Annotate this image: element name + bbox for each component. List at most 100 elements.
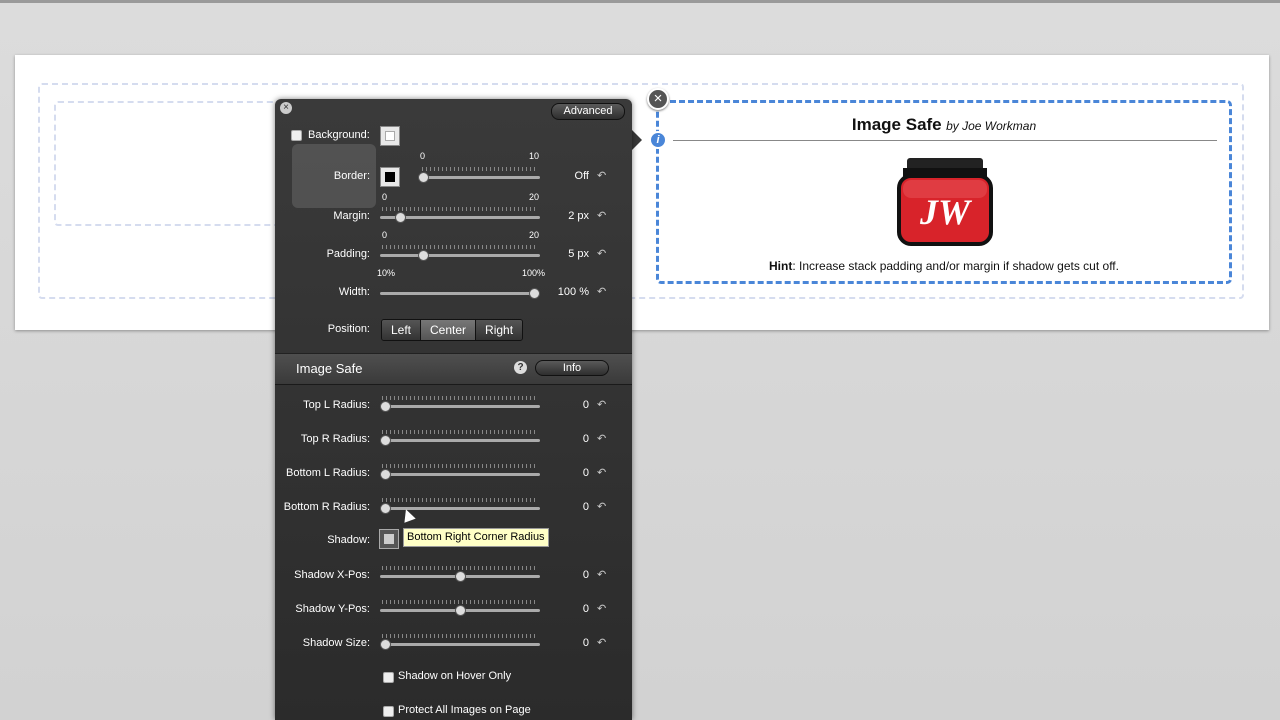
top-r-radius-label: Top R Radius: [300, 433, 370, 445]
reset-icon[interactable]: ↶ [597, 466, 606, 479]
shadow-size-value: 0 [582, 637, 589, 649]
background-row: Background: [275, 126, 632, 146]
shadow-label: Shadow: [327, 534, 370, 546]
stack-title: Image Safe by Joe Workman [659, 115, 1229, 135]
title-divider [673, 140, 1217, 141]
width-scale-max: 100% [522, 268, 546, 278]
margin-label: Margin: [333, 210, 370, 222]
padding-slider-track[interactable] [380, 254, 540, 257]
top-l-radius-ticks [382, 396, 538, 400]
image-safe-stack[interactable]: Image Safe by Joe Workman JW Hint: Incre… [656, 100, 1232, 284]
close-icon[interactable]: × [647, 88, 669, 110]
jw-logo-image: JW [897, 158, 993, 246]
margin-slider-thumb[interactable] [395, 212, 406, 223]
width-label: Width: [338, 286, 370, 298]
margin-scale-max: 20 [529, 192, 540, 202]
image-safe-section-header: Image Safe ? Info [275, 353, 632, 385]
top-l-radius-thumb[interactable] [380, 401, 391, 412]
border-color-well[interactable] [380, 167, 400, 187]
advanced-button[interactable]: Advanced [551, 103, 625, 120]
shadow-y-pos-value: 0 [582, 603, 589, 615]
reset-icon[interactable]: ↶ [597, 636, 606, 649]
shadow-size-thumb[interactable] [380, 639, 391, 650]
padding-value: 5 px [568, 248, 589, 260]
reset-icon[interactable]: ↶ [597, 432, 606, 445]
position-center-button[interactable]: Center [421, 320, 477, 340]
reset-icon[interactable]: ↶ [597, 500, 606, 513]
shadow-x-pos-ticks [382, 566, 538, 570]
border-slider-track[interactable] [422, 176, 540, 179]
shadow-y-pos-row: Shadow Y-Pos: 0 ↶ [275, 600, 632, 620]
section-title: Image Safe [296, 361, 363, 376]
shadow-y-pos-ticks [382, 600, 538, 604]
padding-label: Padding: [326, 248, 370, 260]
margin-slider-ticks [382, 207, 538, 211]
settings-panel: × Advanced Background: 0 10 Border: Off … [275, 99, 632, 720]
width-slider-thumb[interactable] [529, 288, 540, 299]
shadow-y-pos-label: Shadow Y-Pos: [295, 603, 370, 615]
stack-title-main: Image Safe [851, 115, 942, 134]
border-value: Off [574, 170, 589, 182]
reset-icon[interactable]: ↶ [597, 209, 606, 222]
bottom-l-radius-value: 0 [582, 467, 589, 479]
position-segmented-control: Left Center Right [381, 319, 524, 341]
shadow-y-pos-thumb[interactable] [455, 605, 466, 616]
help-icon[interactable]: ? [514, 361, 527, 374]
shadow-size-ticks [382, 634, 538, 638]
position-right-button[interactable]: Right [476, 320, 523, 340]
reset-icon[interactable]: ↶ [597, 285, 606, 298]
top-r-radius-value: 0 [582, 433, 589, 445]
top-r-radius-track[interactable] [380, 439, 540, 442]
padding-row: Padding: 5 px ↶ [275, 245, 632, 265]
bottom-l-radius-label: Bottom L Radius: [286, 467, 370, 479]
border-slider-ticks [422, 167, 538, 171]
shadow-size-row: Shadow Size: 0 ↶ [275, 634, 632, 654]
info-icon[interactable]: i [649, 131, 667, 149]
tooltip: Bottom Right Corner Radius [403, 528, 549, 547]
bottom-r-radius-ticks [382, 498, 538, 502]
width-value: 100 % [557, 286, 589, 298]
bottom-r-radius-row: Bottom R Radius: 0 ↶ [275, 498, 632, 518]
reset-icon[interactable]: ↶ [597, 398, 606, 411]
top-l-radius-track[interactable] [380, 405, 540, 408]
shadow-hover-label: Shadow on Hover Only [398, 670, 512, 682]
top-r-radius-row: Top R Radius: 0 ↶ [275, 430, 632, 450]
position-label: Position: [327, 323, 370, 335]
protect-images-checkbox[interactable] [383, 706, 394, 717]
margin-scale-min: 0 [382, 192, 388, 202]
bottom-r-radius-thumb[interactable] [380, 503, 391, 514]
bottom-l-radius-track[interactable] [380, 473, 540, 476]
border-slider-thumb[interactable] [418, 172, 429, 183]
reset-icon[interactable]: ↶ [597, 602, 606, 615]
border-scale-max: 10 [529, 151, 540, 161]
bottom-r-radius-value: 0 [582, 501, 589, 513]
shadow-size-track[interactable] [380, 643, 540, 646]
background-checkbox[interactable] [291, 130, 302, 141]
bottom-l-radius-row: Bottom L Radius: 0 ↶ [275, 464, 632, 484]
info-button[interactable]: Info [535, 360, 609, 376]
shadow-x-pos-label: Shadow X-Pos: [294, 569, 370, 581]
padding-slider-thumb[interactable] [418, 250, 429, 261]
inner-stack-outline [54, 101, 294, 226]
padding-scale-max: 20 [529, 230, 540, 240]
reset-icon[interactable]: ↶ [597, 169, 606, 182]
bottom-l-radius-thumb[interactable] [380, 469, 391, 480]
position-left-button[interactable]: Left [382, 320, 422, 340]
background-color-well[interactable] [380, 126, 400, 146]
top-r-radius-thumb[interactable] [380, 435, 391, 446]
reset-icon[interactable]: ↶ [597, 247, 606, 260]
shadow-hover-checkbox[interactable] [383, 672, 394, 683]
protect-images-label: Protect All Images on Page [398, 704, 531, 716]
shadow-x-pos-value: 0 [582, 569, 589, 581]
hint-text: Hint: Increase stack padding and/or marg… [659, 259, 1229, 273]
shadow-x-pos-row: Shadow X-Pos: 0 ↶ [275, 566, 632, 586]
shadow-color-well[interactable] [379, 529, 399, 549]
panel-close-icon[interactable]: × [280, 102, 292, 114]
border-scale-min: 0 [420, 151, 426, 161]
width-slider-track[interactable] [380, 292, 540, 295]
shadow-x-pos-thumb[interactable] [455, 571, 466, 582]
top-l-radius-value: 0 [582, 399, 589, 411]
margin-value: 2 px [568, 210, 589, 222]
stack-byline: by Joe Workman [946, 119, 1037, 133]
reset-icon[interactable]: ↶ [597, 568, 606, 581]
